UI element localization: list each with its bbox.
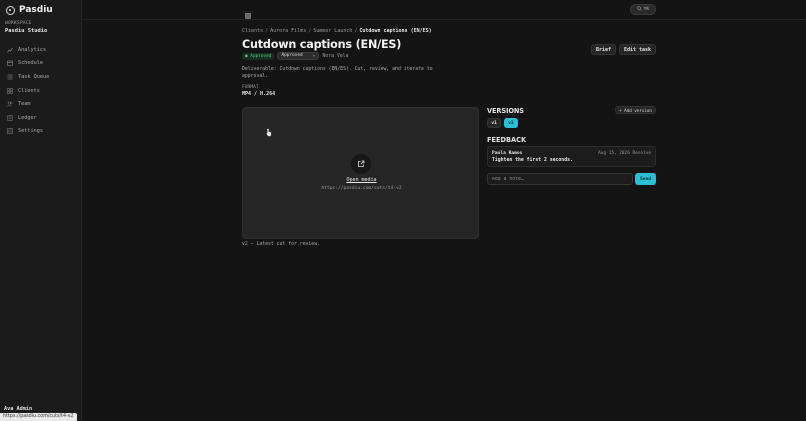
external-link-icon[interactable] — [351, 154, 371, 174]
breadcrumb: Clients / Aurora Films / Summer Launch / Cutdo… — [242, 28, 432, 34]
sidebar-item-label: Ledger — [18, 114, 37, 121]
version-chip-v2[interactable]: v2 — [504, 118, 518, 128]
sidebar-item-label: Analytics — [18, 46, 47, 53]
topbar: ⌘K — [82, 0, 806, 20]
versions-heading: VERSIONS — [487, 107, 524, 115]
mouse-cursor-icon — [266, 122, 272, 137]
logo-icon — [6, 5, 15, 15]
media-caption: v2 — Latest cut for review. — [242, 242, 320, 247]
sidebar-item-task-queue[interactable]: Task Queue — [0, 70, 82, 84]
breadcrumb-item[interactable]: Clients — [242, 28, 263, 34]
brand[interactable]: Pasdiu — [6, 5, 53, 15]
assignee: Nora Vela — [322, 53, 349, 59]
chart-icon — [7, 47, 13, 53]
sidebar-item-label: Clients — [18, 87, 40, 94]
sidebar-item-label: Schedule — [18, 60, 43, 67]
sidebar-item-analytics[interactable]: Analytics — [0, 43, 82, 57]
menu-icon[interactable] — [244, 5, 252, 19]
breadcrumb-item[interactable]: Summer Launch — [313, 28, 352, 34]
user-name[interactable]: Ava Admin — [4, 406, 32, 412]
version-chip-v1[interactable]: v1 — [487, 118, 501, 128]
sidebar-nav: Analytics Schedule Task Queue Clients Te… — [0, 43, 82, 138]
chevron-down-icon: ⌄ — [312, 53, 316, 59]
sidebar-item-label: Team — [18, 101, 31, 108]
brief-button[interactable]: Brief — [591, 44, 616, 55]
list-icon — [7, 74, 13, 80]
sidebar-item-settings[interactable]: Settings — [0, 125, 82, 139]
sidebar-item-ledger[interactable]: Ledger — [0, 111, 82, 125]
comment-card: Paola Ramos Aug 15, 2026 Resolve Tighten… — [487, 146, 656, 167]
task-description: Deliverable: Cutdown captions (EN/ES). C… — [242, 67, 433, 80]
version-list: v1 v2 — [487, 118, 518, 128]
sidebar-item-team[interactable]: Team — [0, 97, 82, 111]
add-version-button[interactable]: + Add version — [615, 106, 656, 114]
format-value: MP4 / H.264 — [242, 91, 276, 97]
open-media-link[interactable]: Open media — [243, 177, 480, 183]
search-shortcut: ⌘K — [643, 7, 650, 12]
comment-body: Tighten the first 2 seconds. — [492, 158, 573, 163]
sidebar-item-schedule[interactable]: Schedule — [0, 57, 82, 71]
sidebar-item-label: Settings — [18, 128, 43, 135]
breadcrumb-current: Cutdown captions (EN/ES) — [359, 28, 432, 34]
status-bar-url: https://pasdiu.com/cuts/t4-v2 — [0, 413, 77, 421]
workspace-label: WORKSPACE — [5, 21, 32, 26]
media-preview[interactable]: Open media https://pasdiu.com/cuts/t4-v2 — [242, 107, 479, 239]
grid-icon — [7, 87, 13, 94]
sidebar-item-label: Task Queue — [18, 73, 50, 80]
edit-task-button[interactable]: Edit task — [619, 44, 656, 55]
breadcrumb-item[interactable]: Aurora Films — [270, 28, 306, 34]
comment-meta[interactable]: Aug 15, 2026 Resolve — [598, 151, 651, 156]
search-button[interactable]: ⌘K — [630, 4, 656, 15]
sidebar: Pasdiu WORKSPACE Pasdiu Studio Analytics… — [0, 0, 82, 421]
workspace-name: Pasdiu Studio — [5, 28, 48, 34]
feedback-heading: FEEDBACK — [487, 136, 527, 144]
calendar-icon — [7, 60, 13, 67]
send-button[interactable]: Send — [635, 173, 656, 185]
ledger-icon — [7, 115, 13, 121]
brand-name: Pasdiu — [19, 5, 53, 15]
comment-author: Paola Ramos — [492, 151, 523, 156]
media-url: https://pasdiu.com/cuts/t4-v2 — [321, 186, 402, 191]
note-input[interactable] — [487, 173, 633, 185]
status-badge: ● Approved — [242, 52, 275, 60]
settings-icon — [7, 128, 13, 135]
page-title: Cutdown captions (EN/ES) — [242, 38, 402, 51]
status-row: ● Approved Approved ⌄ Nora Vela — [242, 52, 348, 60]
users-icon — [7, 101, 13, 107]
format-label: FORMAT — [242, 85, 259, 90]
sidebar-item-clients[interactable]: Clients — [0, 84, 82, 98]
search-icon — [637, 6, 642, 13]
status-select[interactable]: Approved ⌄ — [277, 52, 320, 60]
